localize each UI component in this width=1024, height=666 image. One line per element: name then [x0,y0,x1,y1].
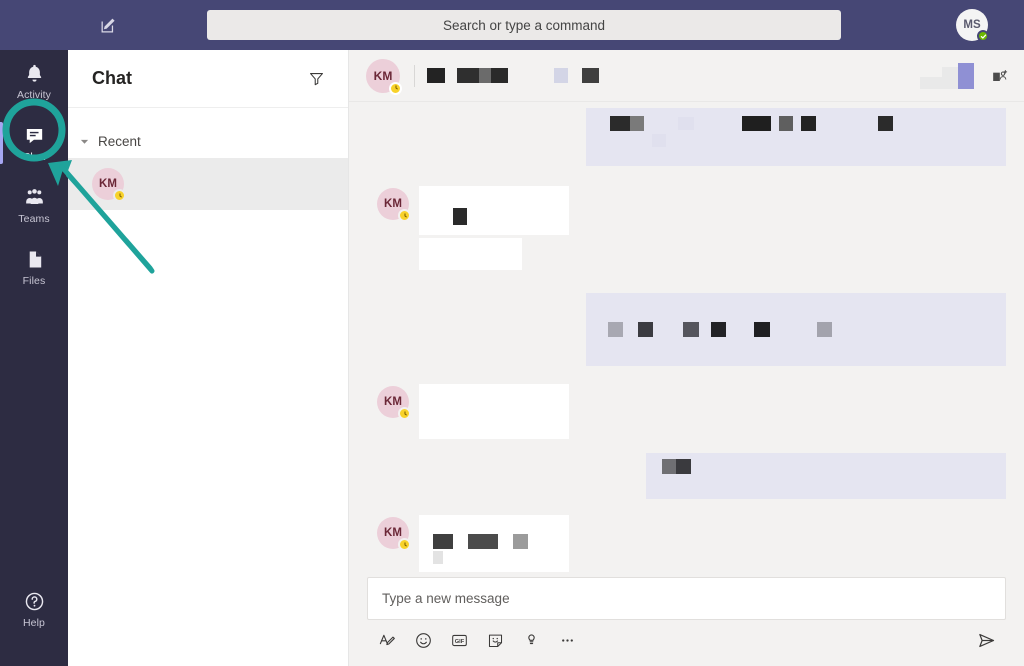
chat-bubble-icon [22,124,46,148]
send-icon[interactable] [974,628,998,652]
message-input[interactable] [367,577,1006,620]
teams-app-window: MS Activity [0,0,1024,666]
conversation-panel: KM KM KM KM Type a new message GIF [349,50,1024,666]
message-bubble-incoming[interactable] [419,515,569,572]
svg-text:GIF: GIF [454,639,464,645]
more-options-icon[interactable] [556,629,578,651]
redacted-text-line [433,534,528,549]
top-bar: MS [0,0,1024,50]
chat-group-recent[interactable]: Recent [68,124,348,158]
bell-icon [22,62,46,86]
redacted-name [427,68,508,83]
conversation-title-redacted [427,68,920,83]
rail-spacer [0,298,68,576]
chat-list-header: Chat [68,50,348,108]
message-row: KM [349,384,1024,439]
file-icon [22,248,46,272]
message-row: KM [349,186,1024,235]
sidebar-label-help: Help [23,616,45,629]
emoji-icon[interactable] [412,629,434,651]
search-input[interactable] [207,10,841,40]
conversation-header: KM [349,50,1024,102]
message-bubble-outgoing[interactable] [646,453,1006,499]
question-circle-icon [22,590,46,614]
conversation-header-right [920,62,1010,89]
sidebar-item-help[interactable]: Help [0,578,68,640]
chat-group-label: Recent [98,133,141,149]
sidebar-item-files[interactable]: Files [0,236,68,298]
gif-icon[interactable]: GIF [448,629,470,651]
presence-away-clock-icon [398,538,411,551]
people-icon [22,186,46,210]
chevron-down-icon [80,137,89,146]
presence-away-clock-icon [113,189,126,202]
avatar: KM [377,188,411,222]
message-row [349,293,1024,366]
search-area [128,10,920,40]
presence-away-clock-icon [398,407,411,420]
avatar: KM [92,168,126,202]
list-item[interactable]: KM [68,158,348,210]
message-avatar-slot: KM [367,186,419,222]
message-bubble-outgoing[interactable] [586,108,1006,166]
avatar[interactable]: MS [956,9,989,42]
page-title: Chat [92,68,132,88]
redacted-text-line [433,551,443,564]
sidebar-label-activity: Activity [16,88,52,101]
avatar-initials: KM [373,68,393,83]
redacted-tabs-left [554,68,599,83]
message-avatar-slot: KM [367,515,419,551]
message-bubble-incoming[interactable] [419,186,569,235]
message-bubble-outgoing[interactable] [586,293,1006,366]
composer-toolbar: GIF [367,620,1006,654]
presence-available-icon [977,30,989,42]
redacted-text-line [453,208,467,225]
sidebar-item-chat[interactable]: Chat [0,112,68,174]
message-row: KM [349,515,1024,572]
sidebar-label-chat: Chat [22,150,46,163]
message-row [349,238,1024,270]
sidebar-label-files: Files [22,274,46,287]
avatar-initials: MS [963,19,981,31]
sticker-icon[interactable] [484,629,506,651]
avatar[interactable]: KM [366,58,402,95]
message-composer: GIF [349,577,1024,666]
add-person-icon[interactable] [988,65,1010,87]
top-bar-right: MS [920,9,1024,42]
filter-funnel-icon[interactable] [304,67,328,91]
sidebar-label-teams: Teams [18,212,50,225]
avatar-initials: KM [384,396,402,408]
header-divider [414,64,415,87]
app-rail: Activity Chat Teams Files Help [0,50,68,666]
message-avatar-slot [367,238,419,240]
presence-away-clock-icon [389,81,402,95]
presence-away-clock-icon [398,209,411,222]
praise-icon[interactable] [520,629,542,651]
redacted-tab-tiles[interactable] [920,62,974,89]
redacted-text-line [652,134,666,147]
message-list[interactable]: KM KM KM [349,102,1024,610]
avatar-initials: KM [384,198,402,210]
redacted-text-line [610,116,893,131]
redacted-text-line [608,322,832,337]
redacted-text-line [662,459,691,474]
compose-pencil-icon[interactable] [88,0,128,50]
avatar: KM [377,517,411,551]
chat-list-panel: Chat Recent KM [68,50,349,666]
message-bubble-incoming[interactable] [419,238,522,270]
sidebar-item-teams[interactable]: Teams [0,174,68,236]
message-row [349,108,1024,166]
top-bar-left-spacer [0,0,68,50]
message-bubble-incoming[interactable] [419,384,569,439]
message-avatar-slot: KM [367,384,419,420]
avatar-initials: KM [384,527,402,539]
sidebar-item-activity[interactable]: Activity [0,50,68,112]
format-text-icon[interactable] [376,629,398,651]
avatar: KM [377,386,411,420]
avatar-initials: KM [99,178,117,190]
